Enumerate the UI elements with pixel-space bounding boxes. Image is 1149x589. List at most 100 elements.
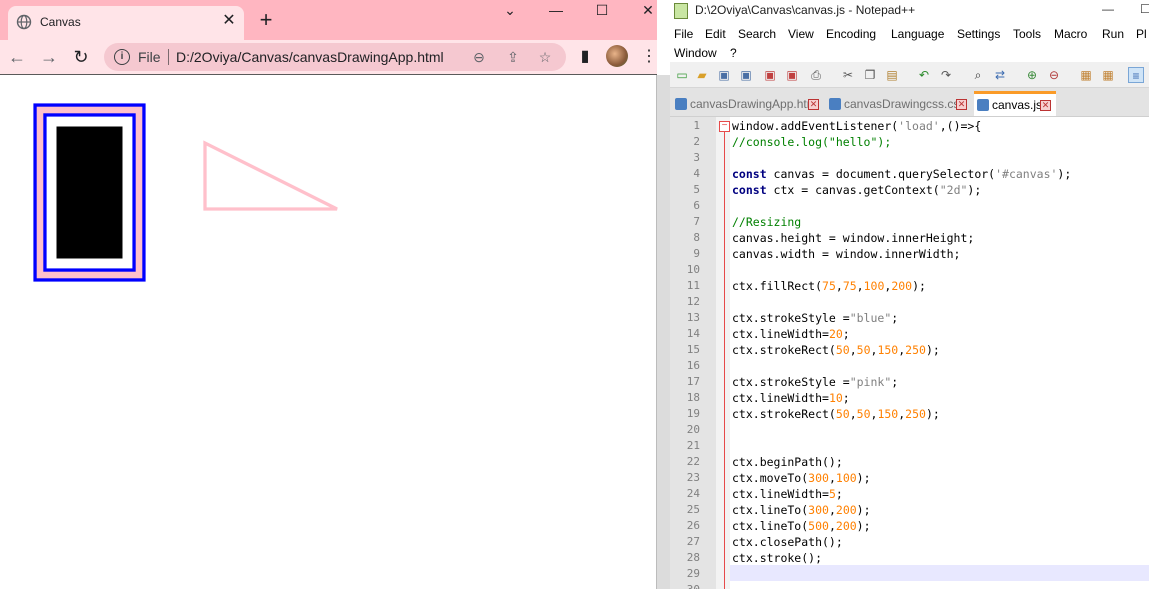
menu-plugins[interactable]: Pl xyxy=(1136,27,1147,41)
line-number: 16 xyxy=(686,359,700,372)
code-line[interactable]: const canvas = document.querySelector('#… xyxy=(732,166,1071,182)
code-editor[interactable]: 1 2 3 4 5 6 7 8 9 10 11 12 13 14 15 16 17 18 19 20 21 22 23 24 2… xyxy=(670,116,1149,589)
code-line[interactable]: ctx.stroke(); xyxy=(732,550,822,566)
code-line[interactable]: //Resizing xyxy=(732,214,801,230)
browser-window: Canvas ✕ + ⌄ — ☐ ✕ ← → ↻ i File D:/2Oviy… xyxy=(0,0,657,589)
code-token: '#canvas' xyxy=(995,167,1058,181)
code-line[interactable]: ctx.beginPath(); xyxy=(732,454,843,470)
code-line[interactable]: const ctx = canvas.getContext("2d"); xyxy=(732,182,981,198)
sync-scroll-icon[interactable]: ▦ xyxy=(1078,67,1094,83)
save-all-icon[interactable]: ▣ xyxy=(738,67,754,83)
browser-toolbar: ← → ↻ i File D:/2Oviya/Canvas/canvasDraw… xyxy=(0,40,657,74)
reload-button[interactable]: ↻ xyxy=(70,46,92,68)
code-line[interactable]: ctx.fillRect(75,75,100,200); xyxy=(732,278,926,294)
code-line[interactable]: ctx.strokeRect(50,50,150,250); xyxy=(732,342,940,358)
profile-avatar[interactable] xyxy=(606,45,628,67)
code-line[interactable]: canvas.height = window.innerHeight; xyxy=(732,230,974,246)
word-wrap-icon[interactable]: ▦ xyxy=(1100,67,1116,83)
menu-search[interactable]: Search xyxy=(738,27,776,41)
notepad-minimize-button[interactable]: — xyxy=(1102,2,1114,16)
browser-menu-icon[interactable]: ⋮ xyxy=(638,46,657,68)
undo-icon[interactable]: ↶ xyxy=(916,67,932,83)
menu-settings[interactable]: Settings xyxy=(957,27,1000,41)
menu-encoding[interactable]: Encoding xyxy=(826,27,876,41)
replace-icon[interactable]: ⇄ xyxy=(992,67,1008,83)
notepad-menubar: File Edit Search View Encoding Language … xyxy=(670,22,1149,62)
line-number: 22 xyxy=(686,455,700,468)
notepad-maximize-button[interactable]: ☐ xyxy=(1140,2,1149,16)
close-tab-icon[interactable]: ✕ xyxy=(808,99,819,110)
menu-window[interactable]: Window xyxy=(674,46,717,60)
menu-tools[interactable]: Tools xyxy=(1013,27,1041,41)
code-line[interactable]: //console.log("hello"); xyxy=(732,134,891,150)
code-token: ctx.lineWidth= xyxy=(732,327,829,341)
code-line[interactable]: ctx.strokeStyle ="blue"; xyxy=(732,310,898,326)
close-all-icon[interactable]: ▣ xyxy=(784,67,800,83)
code-line[interactable]: ctx.lineWidth=20; xyxy=(732,326,850,342)
browser-tab[interactable]: Canvas ✕ xyxy=(8,6,244,40)
tab-canvas-js[interactable]: canvas.js ✕ xyxy=(974,91,1056,116)
tab-canvasdrawingapp-html[interactable]: canvasDrawingApp.html ✕ xyxy=(672,93,820,115)
save-icon[interactable]: ▣ xyxy=(716,67,732,83)
line-number: 15 xyxy=(686,343,700,356)
menu-run[interactable]: Run xyxy=(1102,27,1124,41)
code-token: ctx.strokeRect( xyxy=(732,343,836,357)
minimize-button[interactable]: — xyxy=(534,0,578,22)
code-token: "blue" xyxy=(849,311,892,325)
share-icon[interactable]: ⇪ xyxy=(504,48,522,66)
find-icon[interactable]: ⌕ xyxy=(970,67,986,83)
menu-file[interactable]: File xyxy=(674,27,693,41)
bookmark-star-icon[interactable]: ☆ xyxy=(536,48,554,66)
code-line[interactable]: ctx.strokeStyle ="pink"; xyxy=(732,374,898,390)
zoom-in-icon[interactable]: ⊕ xyxy=(1024,67,1040,83)
code-token: //console.log("hello"); xyxy=(732,135,892,149)
forward-button[interactable]: → xyxy=(38,46,60,68)
fold-collapse-icon[interactable]: − xyxy=(719,121,730,132)
code-line[interactable]: ctx.lineWidth=10; xyxy=(732,390,850,406)
menu-language[interactable]: Language xyxy=(891,27,944,41)
site-info-icon[interactable]: i xyxy=(114,49,130,65)
code-line[interactable]: ctx.lineWidth=5; xyxy=(732,486,843,502)
code-token: 150 xyxy=(877,407,899,421)
code-line[interactable]: ctx.closePath(); xyxy=(732,534,843,550)
code-token: "2d" xyxy=(939,183,968,197)
url-text[interactable]: D:/2Oviya/Canvas/canvasDrawingApp.html xyxy=(176,49,444,65)
side-panel-icon[interactable]: ▮ xyxy=(574,46,596,68)
address-bar[interactable]: i File D:/2Oviya/Canvas/canvasDrawingApp… xyxy=(104,43,566,71)
cut-icon[interactable]: ✂ xyxy=(840,67,856,83)
tab-canvasdrawingcss-css[interactable]: canvasDrawingcss.css ✕ xyxy=(826,93,968,115)
maximize-button[interactable]: ☐ xyxy=(580,0,624,22)
zoom-icon[interactable]: ⊖ xyxy=(470,48,488,66)
close-tab-icon[interactable]: ✕ xyxy=(956,99,967,110)
new-file-icon[interactable]: ▭ xyxy=(674,67,690,83)
close-file-icon[interactable]: ▣ xyxy=(762,67,778,83)
code-token: "pink" xyxy=(849,375,892,389)
menu-view[interactable]: View xyxy=(788,27,814,41)
paste-icon[interactable]: ▤ xyxy=(884,67,900,83)
menu-macro[interactable]: Macro xyxy=(1054,27,1087,41)
drawing-canvas[interactable] xyxy=(0,75,657,589)
line-number: 9 xyxy=(693,247,700,260)
code-line[interactable]: ctx.lineTo(500,200); xyxy=(732,518,871,534)
show-all-chars-icon[interactable]: ≡ xyxy=(1128,67,1144,83)
close-window-button[interactable]: ✕ xyxy=(626,0,657,22)
line-number: 1 xyxy=(693,119,700,132)
close-tab-icon[interactable]: ✕ xyxy=(220,12,238,30)
redo-icon[interactable]: ↷ xyxy=(938,67,954,83)
code-line[interactable]: window.addEventListener('load',()=>{ xyxy=(732,118,981,134)
code-line[interactable]: ctx.moveTo(300,100); xyxy=(732,470,871,486)
back-button[interactable]: ← xyxy=(6,46,28,68)
tab-search-icon[interactable]: ⌄ xyxy=(488,0,532,22)
close-tab-icon[interactable]: ✕ xyxy=(1040,100,1051,111)
code-line[interactable]: canvas.width = window.innerWidth; xyxy=(732,246,960,262)
copy-icon[interactable]: ❐ xyxy=(862,67,878,83)
line-number: 5 xyxy=(693,183,700,196)
print-icon[interactable]: ⎙ xyxy=(808,67,824,83)
menu-edit[interactable]: Edit xyxy=(705,27,726,41)
code-line[interactable]: ctx.strokeRect(50,50,150,250); xyxy=(732,406,940,422)
new-tab-button[interactable]: + xyxy=(256,9,276,31)
open-file-icon[interactable]: ▰ xyxy=(694,67,710,83)
menu-help[interactable]: ? xyxy=(730,46,737,60)
zoom-out-icon[interactable]: ⊖ xyxy=(1046,67,1062,83)
code-line[interactable]: ctx.lineTo(300,200); xyxy=(732,502,871,518)
